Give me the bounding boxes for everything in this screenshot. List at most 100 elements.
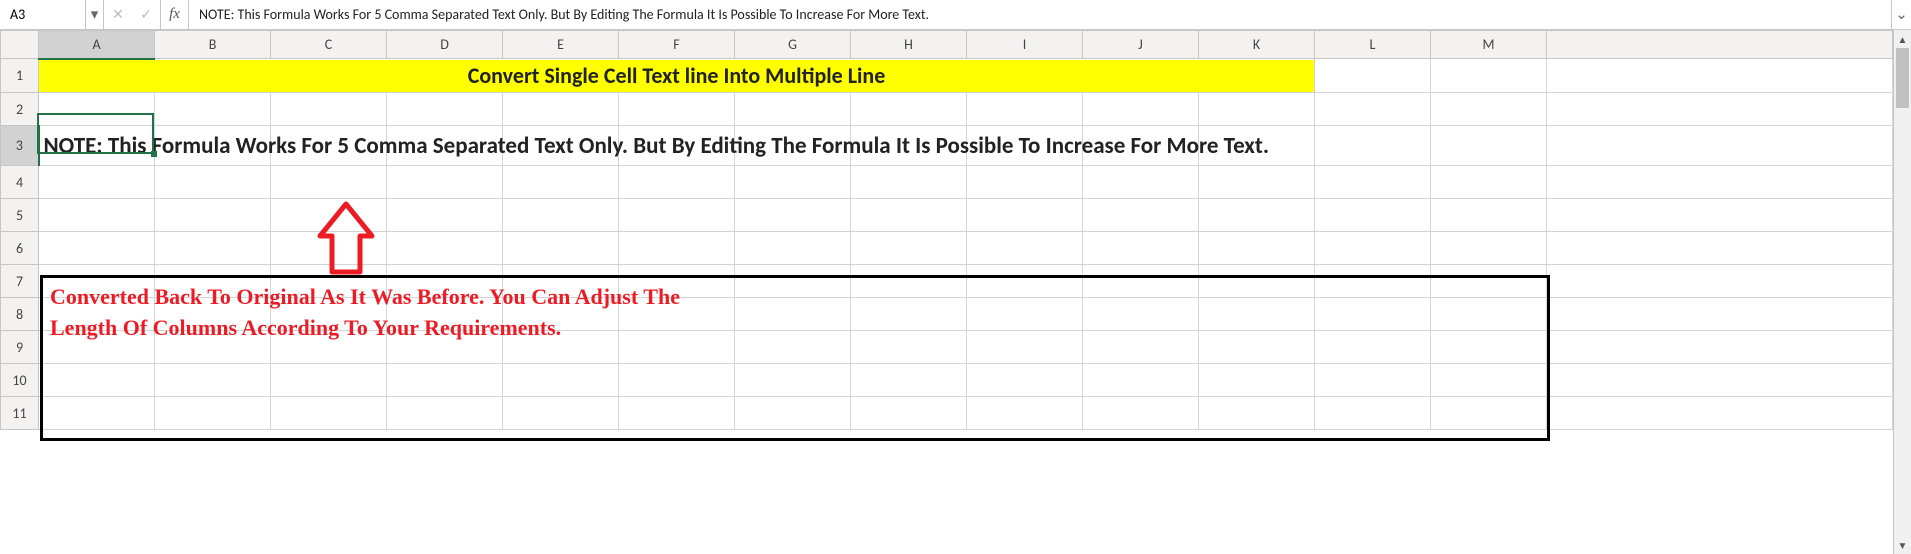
cell[interactable] [1431,364,1547,397]
cell[interactable] [387,166,503,199]
cell[interactable] [1199,331,1315,364]
cell[interactable] [503,199,619,232]
cell[interactable] [1547,166,1893,199]
cell[interactable] [735,93,851,126]
cell[interactable] [503,166,619,199]
cell[interactable] [851,232,967,265]
cell[interactable] [1315,126,1431,166]
cell[interactable] [39,166,155,199]
cell[interactable] [1315,397,1431,430]
cell[interactable] [155,364,271,397]
cell[interactable] [1431,199,1547,232]
column-header[interactable]: C [271,31,387,59]
column-header[interactable]: K [1199,31,1315,59]
cell[interactable] [1315,166,1431,199]
cell[interactable] [1199,397,1315,430]
cell[interactable] [39,93,155,126]
cell[interactable] [1315,364,1431,397]
cell[interactable] [39,232,155,265]
cell[interactable] [1547,298,1893,331]
cell[interactable] [1431,232,1547,265]
cell[interactable] [1083,364,1199,397]
row-header[interactable]: 3 [1,126,39,166]
cell[interactable] [1547,126,1893,166]
cell[interactable] [1315,93,1431,126]
cell[interactable] [387,232,503,265]
cell[interactable] [851,298,967,331]
cell[interactable] [1199,166,1315,199]
cell[interactable] [967,199,1083,232]
cell[interactable] [851,166,967,199]
cell[interactable] [1315,298,1431,331]
cell[interactable] [1083,265,1199,298]
row-header[interactable]: 9 [1,331,39,364]
name-box[interactable] [0,0,86,29]
cell[interactable] [1199,364,1315,397]
cell[interactable] [1083,166,1199,199]
column-header[interactable]: E [503,31,619,59]
title-cell[interactable]: Convert Single Cell Text line Into Multi… [39,59,1315,93]
cell[interactable] [387,397,503,430]
cell[interactable] [1315,232,1431,265]
cell[interactable] [735,166,851,199]
cell[interactable] [735,364,851,397]
cell[interactable] [1315,59,1431,93]
select-all-corner[interactable] [1,31,39,59]
cell-A3[interactable]: NOTE: This Formula Works For 5 Comma Sep… [39,126,155,166]
cell[interactable] [1547,265,1893,298]
cell[interactable] [155,93,271,126]
cell[interactable] [619,397,735,430]
name-box-dropdown[interactable]: ▾ [86,0,104,29]
worksheet[interactable]: A B C D E F G H I J K L M 1 Convert Sing… [0,30,1893,554]
cell[interactable] [1315,199,1431,232]
cell[interactable] [735,397,851,430]
cell[interactable] [503,397,619,430]
cell[interactable] [387,199,503,232]
cell[interactable] [1315,265,1431,298]
cell[interactable] [851,331,967,364]
scroll-thumb[interactable] [1896,48,1909,108]
cell[interactable] [1431,126,1547,166]
cell[interactable] [1199,232,1315,265]
row-header[interactable]: 5 [1,199,39,232]
commentary-text-box[interactable]: Converted Back To Original As It Was Bef… [50,282,680,344]
cell[interactable] [1083,298,1199,331]
cell[interactable] [735,199,851,232]
column-header[interactable]: H [851,31,967,59]
cell[interactable] [735,298,851,331]
cell[interactable] [39,364,155,397]
formula-bar-expand-button[interactable]: ⌄ [1891,0,1911,29]
cell[interactable] [503,364,619,397]
cell[interactable] [1083,331,1199,364]
row-header[interactable]: 2 [1,93,39,126]
column-header[interactable]: D [387,31,503,59]
cell[interactable] [503,93,619,126]
cell[interactable] [967,93,1083,126]
cell[interactable] [619,364,735,397]
cell[interactable] [1199,93,1315,126]
cell[interactable] [1547,93,1893,126]
row-header[interactable]: 7 [1,265,39,298]
cell[interactable] [735,331,851,364]
cell[interactable] [1199,199,1315,232]
cell[interactable] [387,93,503,126]
cell[interactable] [1431,59,1547,93]
cell[interactable] [1083,199,1199,232]
scroll-down-button[interactable]: ▼ [1894,536,1911,554]
up-arrow-shape[interactable] [316,200,376,280]
cell[interactable] [1431,265,1547,298]
column-header[interactable]: B [155,31,271,59]
cell[interactable] [1431,298,1547,331]
cancel-button[interactable]: ✕ [104,0,132,29]
column-header[interactable]: M [1431,31,1547,59]
cell[interactable] [1547,331,1893,364]
scroll-track[interactable] [1894,48,1911,536]
row-header[interactable]: 4 [1,166,39,199]
cell[interactable] [851,397,967,430]
cell[interactable] [735,232,851,265]
name-box-input[interactable] [8,5,77,24]
cell[interactable] [155,199,271,232]
column-header[interactable]: F [619,31,735,59]
column-header[interactable]: A [39,31,155,59]
cell[interactable] [1199,265,1315,298]
